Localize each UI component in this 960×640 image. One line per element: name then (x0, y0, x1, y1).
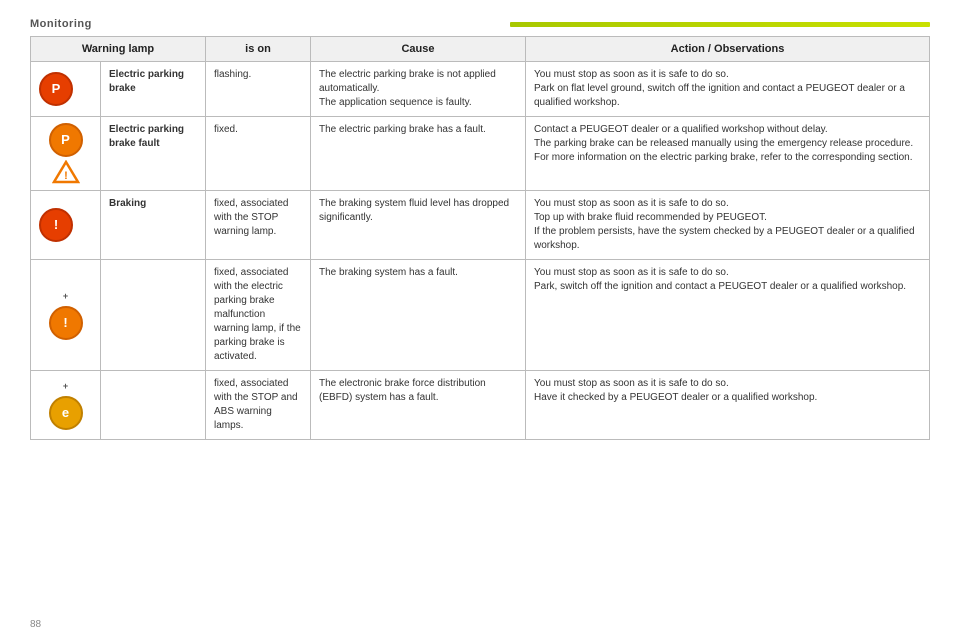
table-row: + e fixed, associated with the STOP and … (31, 371, 930, 440)
warning-icon-group: P ! (39, 123, 92, 184)
icon-cell: P ! (31, 117, 101, 191)
page: Monitoring Warning lamp is on Cause Acti… (0, 0, 960, 640)
plus-icon: + (63, 290, 68, 303)
is-on-cell: fixed, associated with the STOP and ABS … (206, 371, 311, 440)
action-cell: You must stop as soon as it is safe to d… (526, 191, 930, 260)
table-row: P ! Electric parking brake faultfixed.Th… (31, 117, 930, 191)
header-warning-lamp: Warning lamp (31, 37, 206, 62)
cause-cell: The electronic brake force distribution … (311, 371, 526, 440)
warning-name: Electric parking brake fault (101, 117, 206, 191)
is-on-cell: fixed, associated with the STOP warning … (206, 191, 311, 260)
is-on-cell: fixed. (206, 117, 311, 191)
svg-text:!: ! (64, 170, 68, 182)
warning-name (101, 260, 206, 371)
is-on-cell: fixed, associated with the electric park… (206, 260, 311, 371)
header-cause: Cause (311, 37, 526, 62)
table-row: ! Brakingfixed, associated with the STOP … (31, 191, 930, 260)
header-is-on: is on (206, 37, 311, 62)
warning-icon-group: + ! (39, 290, 92, 340)
page-title: Monitoring (30, 18, 92, 30)
cause-cell: The braking system fluid level has dropp… (311, 191, 526, 260)
warning-name: Electric parking brake (101, 62, 206, 117)
action-cell: You must stop as soon as it is safe to d… (526, 260, 930, 371)
action-cell: You must stop as soon as it is safe to d… (526, 371, 930, 440)
green-bar (510, 22, 930, 27)
page-number: 88 (30, 619, 41, 630)
is-on-cell: flashing. (206, 62, 311, 117)
warning-icon-orange: P (49, 123, 83, 157)
table-row: + ! fixed, associated with the electric … (31, 260, 930, 371)
warning-icon: e (49, 396, 83, 430)
triangle-icon: ! (52, 160, 80, 184)
icon-cell: P (31, 62, 101, 117)
cause-cell: The braking system has a fault. (311, 260, 526, 371)
action-cell: Contact a PEUGEOT dealer or a qualified … (526, 117, 930, 191)
warning-name: Braking (101, 191, 206, 260)
action-cell: You must stop as soon as it is safe to d… (526, 62, 930, 117)
icon-cell: + e (31, 371, 101, 440)
table-row: P Electric parking brakeflashing.The elec… (31, 62, 930, 117)
warning-icon-group: + e (39, 380, 92, 430)
main-table: Warning lamp is on Cause Action / Observ… (30, 36, 930, 440)
cause-cell: The electric parking brake is not applie… (311, 62, 526, 117)
warning-icon: P (39, 72, 73, 106)
cause-cell: The electric parking brake has a fault. (311, 117, 526, 191)
warning-icon: ! (49, 306, 83, 340)
icon-cell: ! (31, 191, 101, 260)
warning-name (101, 371, 206, 440)
icon-cell: + ! (31, 260, 101, 371)
top-bar: Monitoring (30, 18, 930, 30)
header-action: Action / Observations (526, 37, 930, 62)
plus-icon: + (63, 380, 68, 393)
warning-icon: ! (39, 208, 73, 242)
